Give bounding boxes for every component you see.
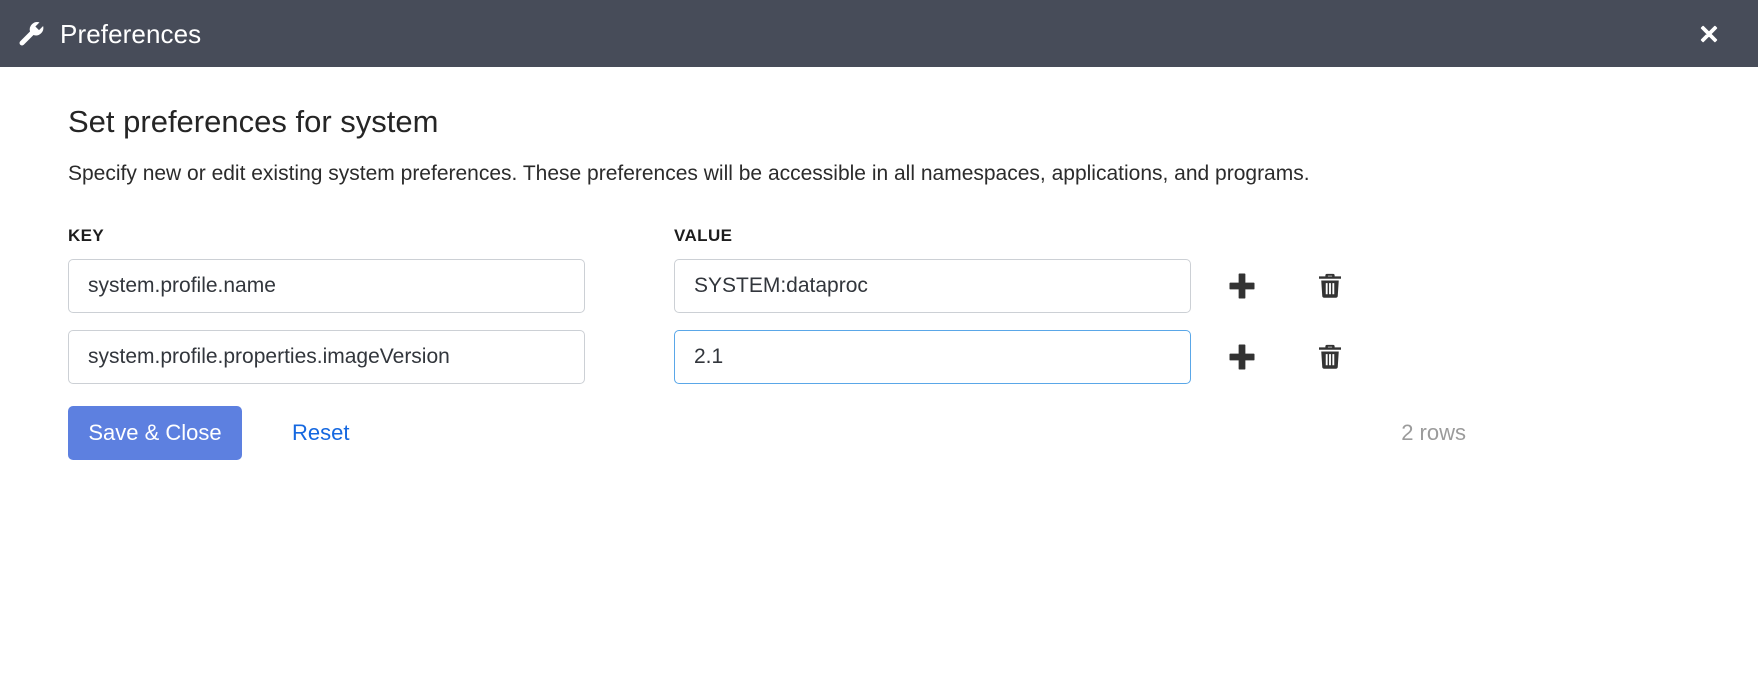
preferences-content: Set preferences for system Specify new o…: [0, 67, 1758, 460]
titlebar-left-group: Preferences: [16, 19, 201, 49]
row-count-label: 2 rows: [1401, 420, 1466, 446]
key-input[interactable]: [68, 330, 585, 384]
delete-row-button[interactable]: [1312, 339, 1348, 375]
key-cell: [68, 259, 674, 313]
reset-link[interactable]: Reset: [292, 420, 349, 446]
key-cell: [68, 330, 674, 384]
row-actions: [1224, 268, 1348, 304]
wrench-icon: [16, 19, 46, 49]
row-actions: [1224, 339, 1348, 375]
column-header-value: VALUE: [674, 226, 1190, 246]
value-cell: [674, 259, 1190, 313]
delete-row-button[interactable]: [1312, 268, 1348, 304]
close-icon: [1697, 22, 1721, 46]
page-title: Set preferences for system: [68, 103, 1690, 140]
add-row-button[interactable]: [1224, 339, 1260, 375]
trash-icon: [1315, 271, 1345, 301]
add-row-button[interactable]: [1224, 268, 1260, 304]
table-column-headers: KEY VALUE: [68, 226, 1690, 246]
table-row: [68, 330, 1690, 384]
window-title: Preferences: [60, 21, 201, 47]
save-and-close-button[interactable]: Save & Close: [68, 406, 242, 460]
plus-icon: [1227, 271, 1257, 301]
plus-icon: [1227, 342, 1257, 372]
key-input[interactable]: [68, 259, 585, 313]
page-description: Specify new or edit existing system pref…: [68, 158, 1468, 190]
column-header-key: KEY: [68, 226, 674, 246]
value-cell: [674, 330, 1190, 384]
table-row: [68, 259, 1690, 313]
footer-actions: Save & Close Reset 2 rows: [68, 406, 1690, 460]
value-input[interactable]: [674, 330, 1191, 384]
close-button[interactable]: [1692, 17, 1726, 51]
value-input[interactable]: [674, 259, 1191, 313]
preferences-table: KEY VALUE: [68, 226, 1690, 460]
window-titlebar: Preferences: [0, 0, 1758, 67]
trash-icon: [1315, 342, 1345, 372]
